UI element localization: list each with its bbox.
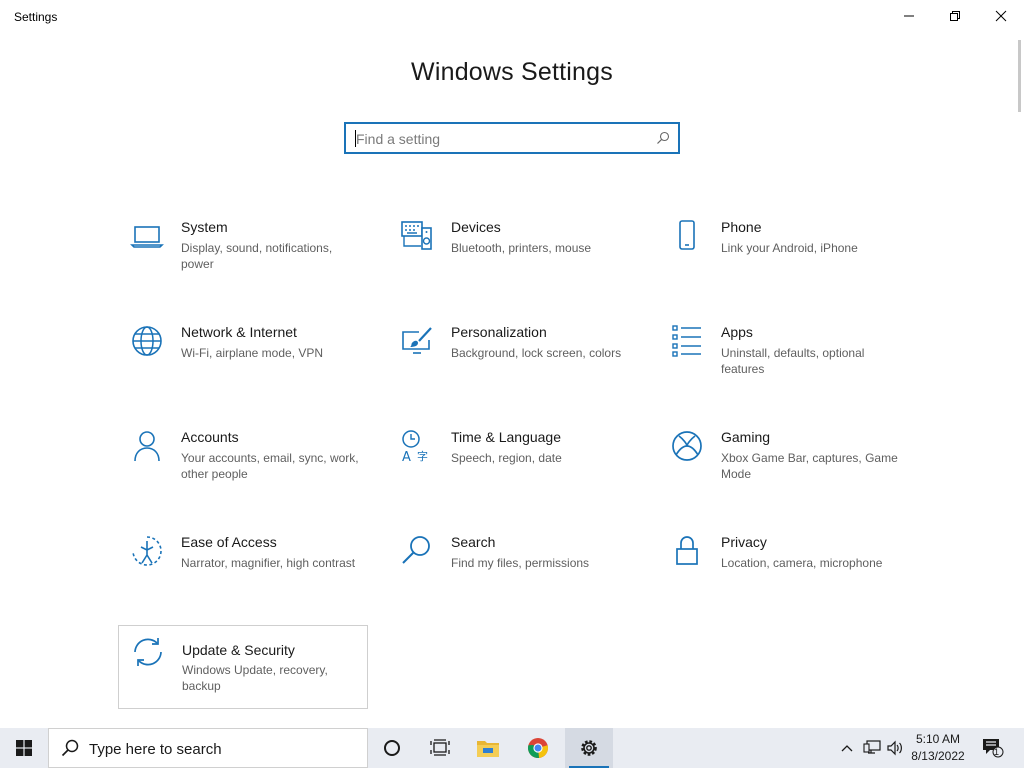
ease-of-access-icon <box>132 536 162 566</box>
search-icon[interactable] <box>656 131 670 145</box>
window-title: Settings <box>14 10 58 24</box>
category-description: Link your Android, iPhone <box>721 241 858 255</box>
network-button[interactable] <box>860 728 884 768</box>
category-description: Xbox Game Bar, captures, Game Mode <box>721 451 898 481</box>
taskbar: Type here to search 5:10 AM 8/13/2022 1 <box>0 728 1024 768</box>
time-language-icon: A字 <box>402 430 428 463</box>
close-icon <box>995 10 1007 22</box>
laptop-icon <box>130 226 164 248</box>
apps-list-icon <box>672 325 701 357</box>
task-view-icon <box>430 739 450 756</box>
category-apps[interactable]: Apps Uninstall, defaults, optional featu… <box>658 314 908 398</box>
cortana-icon <box>384 740 400 756</box>
category-name: Personalization <box>451 324 547 340</box>
title-bar: Settings <box>0 0 1024 32</box>
clock-date: 8/13/2022 <box>911 749 965 763</box>
windows-logo-icon <box>16 740 32 756</box>
file-explorer-icon <box>477 741 499 757</box>
start-button[interactable] <box>0 728 48 768</box>
category-name: Accounts <box>181 429 239 445</box>
action-center-button[interactable]: 1 <box>978 728 1008 768</box>
settings-taskbar-button[interactable] <box>565 728 613 768</box>
notification-count-badge: 1 <box>994 747 1000 757</box>
taskbar-search-box[interactable]: Type here to search <box>48 728 368 768</box>
category-description: Narrator, magnifier, high contrast <box>181 556 356 570</box>
settings-gear-icon <box>581 740 597 756</box>
minimize-icon <box>904 15 914 17</box>
category-time-language[interactable]: A字 Time & Language Speech, region, date <box>388 419 638 503</box>
category-description: Uninstall, defaults, optional features <box>721 346 865 376</box>
category-gaming[interactable]: Gaming Xbox Game Bar, captures, Game Mod… <box>658 419 908 503</box>
category-name: Devices <box>451 219 501 235</box>
category-update-security[interactable]: Update & Security Windows Update, recove… <box>118 625 368 709</box>
person-icon <box>134 431 160 462</box>
category-description: Windows Update, recovery, backup <box>182 663 328 693</box>
action-center-icon <box>983 739 1004 758</box>
category-system[interactable]: System Display, sound, notifications, po… <box>118 209 368 293</box>
category-name: Ease of Access <box>181 534 277 550</box>
task-view-button[interactable] <box>416 728 464 768</box>
svg-text:字: 字 <box>417 449 428 463</box>
file-explorer-button[interactable] <box>464 728 512 768</box>
category-phone[interactable]: Phone Link your Android, iPhone <box>658 209 908 293</box>
category-description: Speech, region, date <box>451 451 562 465</box>
category-description: Bluetooth, printers, mouse <box>451 241 592 255</box>
category-name: Gaming <box>721 429 771 445</box>
taskbar-search-label: Type here to search <box>89 741 222 758</box>
system-clock[interactable]: 5:10 AM 8/13/2022 <box>900 731 976 765</box>
category-accounts[interactable]: Accounts Your accounts, email, sync, wor… <box>118 419 368 503</box>
category-privacy[interactable]: Privacy Location, camera, microphone <box>658 524 908 608</box>
page-title: Windows Settings <box>411 58 613 86</box>
category-devices[interactable]: Devices Bluetooth, printers, mouse <box>388 209 638 293</box>
category-description: Wi-Fi, airplane mode, VPN <box>181 346 324 360</box>
network-icon <box>863 740 881 754</box>
keyboard-speaker-icon <box>401 221 432 250</box>
category-name: Network & Internet <box>181 324 297 340</box>
category-ease-of-access[interactable]: Ease of Access Narrator, magnifier, high… <box>118 524 368 608</box>
minimize-button[interactable] <box>886 0 932 32</box>
category-description: Find my files, permissions <box>451 556 590 570</box>
show-hidden-icons-button[interactable] <box>836 728 858 768</box>
magnifier-icon <box>402 536 430 564</box>
paintbrush-icon <box>402 327 432 354</box>
search-icon <box>61 739 79 757</box>
chrome-icon <box>528 738 548 759</box>
cortana-button[interactable] <box>368 728 416 768</box>
category-description: Display, sound, notifications, power <box>181 241 333 271</box>
category-network-internet[interactable]: Network & Internet Wi-Fi, airplane mode,… <box>118 314 368 398</box>
category-name: Privacy <box>721 534 767 550</box>
category-name: Search <box>451 534 496 550</box>
xbox-icon <box>672 431 702 461</box>
category-name: Update & Security <box>182 642 295 658</box>
chrome-button[interactable] <box>514 728 562 768</box>
globe-icon <box>132 326 162 356</box>
category-name: Apps <box>721 324 753 340</box>
restore-button[interactable] <box>932 0 978 32</box>
category-search[interactable]: Search Find my files, permissions <box>388 524 638 608</box>
category-description: Background, lock screen, colors <box>451 346 622 360</box>
sync-icon <box>134 638 162 666</box>
category-name: System <box>181 219 228 235</box>
lock-icon <box>676 536 698 565</box>
category-name: Time & Language <box>451 429 561 445</box>
settings-search-box[interactable] <box>344 122 680 154</box>
category-description: Your accounts, email, sync, work, other … <box>181 451 359 481</box>
restore-icon <box>950 11 960 21</box>
search-input[interactable] <box>356 129 646 149</box>
close-button[interactable] <box>978 0 1024 32</box>
phone-icon <box>679 220 695 250</box>
category-name: Phone <box>721 219 762 235</box>
clock-time: 5:10 AM <box>915 732 961 746</box>
category-description: Location, camera, microphone <box>721 556 883 570</box>
chevron-up-icon <box>841 745 853 752</box>
category-personalization[interactable]: Personalization Background, lock screen,… <box>388 314 638 398</box>
svg-text:A: A <box>402 450 411 463</box>
